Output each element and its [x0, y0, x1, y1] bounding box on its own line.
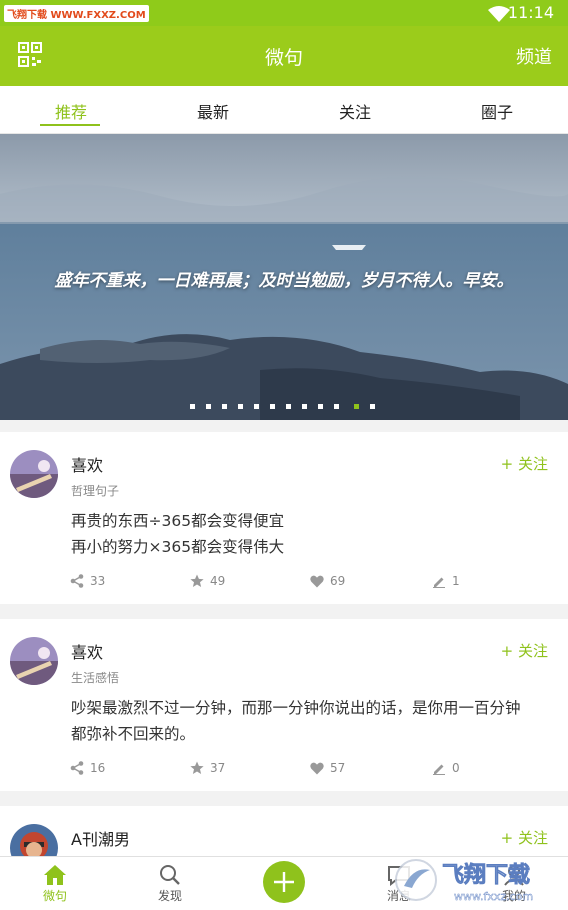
like-count: 69	[330, 574, 346, 588]
follow-button[interactable]: + 关注	[501, 640, 548, 661]
carousel-dot[interactable]	[318, 404, 323, 409]
username[interactable]: A刊潮男	[71, 826, 130, 850]
search-icon	[130, 863, 210, 887]
post-card[interactable]: 喜欢 生活感悟 + 关注 吵架最激烈不过一分钟，而那一分钟你说出的话，是你用一百…	[0, 619, 568, 791]
avatar[interactable]	[10, 450, 58, 498]
heart-icon	[310, 762, 324, 774]
post-card[interactable]: 喜欢 哲理句子 + 关注 再贵的东西÷365都会变得便宜 再小的努力×365都会…	[0, 432, 568, 604]
post-content-line: 再小的努力×365都会变得伟大	[71, 538, 285, 556]
carousel-dot[interactable]	[302, 404, 307, 409]
avatar[interactable]	[10, 637, 58, 685]
publish-button[interactable]	[263, 861, 305, 903]
star-icon	[190, 574, 204, 587]
post-stats: 16 37 57 0	[0, 761, 568, 781]
share-icon	[70, 574, 84, 588]
plus-icon	[274, 872, 294, 892]
share-stat[interactable]: 33	[70, 574, 105, 588]
banner-carousel[interactable]: 盛年不重来，一日难再晨；及时当勉励，岁月不待人。早安。	[0, 134, 568, 420]
share-stat[interactable]: 16	[70, 761, 105, 775]
nav-label: 微句	[42, 889, 67, 903]
carousel-dot[interactable]	[270, 404, 275, 409]
channel-button[interactable]: 频道	[516, 43, 552, 69]
carousel-dot[interactable]	[222, 404, 227, 409]
carousel-dot[interactable]	[286, 404, 291, 409]
nav-label: 发现	[157, 889, 182, 903]
comment-stat[interactable]: 0	[432, 761, 460, 775]
comment-count: 0	[452, 761, 460, 775]
follow-button[interactable]: + 关注	[501, 827, 548, 848]
carousel-dot[interactable]	[254, 404, 259, 409]
watermark-label: 飞翔下载 WWW.FXXZ.COM	[4, 5, 149, 22]
tab-latest[interactable]: 最新	[142, 99, 284, 123]
watermark-brand: 飞翔下载	[442, 862, 530, 888]
carousel-dot-active[interactable]	[354, 404, 359, 409]
star-count: 37	[210, 761, 226, 775]
nav-home[interactable]: 微句	[15, 863, 95, 904]
tab-following[interactable]: 关注	[284, 99, 426, 123]
watermark-url: www.fxxz.com	[454, 890, 533, 903]
post-category[interactable]: 生活感悟	[71, 669, 119, 686]
carousel-dot[interactable]	[206, 404, 211, 409]
active-tab-indicator	[40, 124, 100, 126]
like-stat[interactable]: 57	[310, 761, 345, 775]
carousel-dot[interactable]	[370, 404, 375, 409]
tab-recommend[interactable]: 推荐	[0, 99, 142, 123]
post-content-line: 吵架最激烈不过一分钟，而那一分钟你说出的话，是你用一百分钟	[71, 699, 521, 717]
status-bar: 飞翔下载 WWW.FXXZ.COM 11:14	[0, 0, 568, 26]
status-time: 11:14	[507, 3, 554, 22]
comment-stat[interactable]: 1	[432, 574, 460, 588]
site-watermark: 飞翔下载 www.fxxz.com	[394, 852, 554, 908]
post-content-line: 再贵的东西÷365都会变得便宜	[71, 512, 285, 530]
star-stat[interactable]: 49	[190, 574, 225, 588]
home-icon	[15, 863, 95, 887]
post-stats: 33 49 69 1	[0, 574, 568, 594]
app-bar: 微句 频道	[0, 26, 568, 86]
heart-icon	[310, 575, 324, 587]
wifi-icon	[488, 6, 510, 26]
comment-count: 1	[452, 574, 460, 588]
banner-caption: 盛年不重来，一日难再晨；及时当勉励，岁月不待人。早安。	[54, 271, 514, 291]
carousel-dot[interactable]	[334, 404, 339, 409]
post-content[interactable]: 再贵的东西÷365都会变得便宜 再小的努力×365都会变得伟大	[71, 508, 552, 560]
post-content[interactable]: 吵架最激烈不过一分钟，而那一分钟你说出的话，是你用一百分钟 都弥补不回来的。	[71, 695, 552, 747]
share-count: 16	[90, 761, 106, 775]
follow-button[interactable]: + 关注	[501, 453, 548, 474]
avatar[interactable]	[10, 824, 58, 856]
post-content-line: 都弥补不回来的。	[71, 725, 196, 743]
like-count: 57	[330, 761, 346, 775]
star-count: 49	[210, 574, 226, 588]
star-stat[interactable]: 37	[190, 761, 225, 775]
username[interactable]: 喜欢	[71, 452, 103, 476]
tab-bar: 推荐 最新 关注 圈子	[0, 86, 568, 134]
post-category[interactable]: 哲理句子	[71, 482, 119, 499]
username[interactable]: 喜欢	[71, 639, 103, 663]
pen-icon	[433, 764, 445, 775]
carousel-dot[interactable]	[238, 404, 243, 409]
star-icon	[190, 761, 204, 774]
app-title: 微句	[264, 47, 303, 69]
pen-icon	[433, 577, 445, 588]
carousel-dot[interactable]	[190, 404, 195, 409]
share-count: 33	[90, 574, 106, 588]
post-card[interactable]: A刊潮男 + 关注	[0, 806, 568, 856]
share-icon	[70, 761, 84, 775]
tab-circles[interactable]: 圈子	[426, 99, 568, 123]
like-stat[interactable]: 69	[310, 574, 345, 588]
nav-discover[interactable]: 发现	[130, 863, 210, 904]
